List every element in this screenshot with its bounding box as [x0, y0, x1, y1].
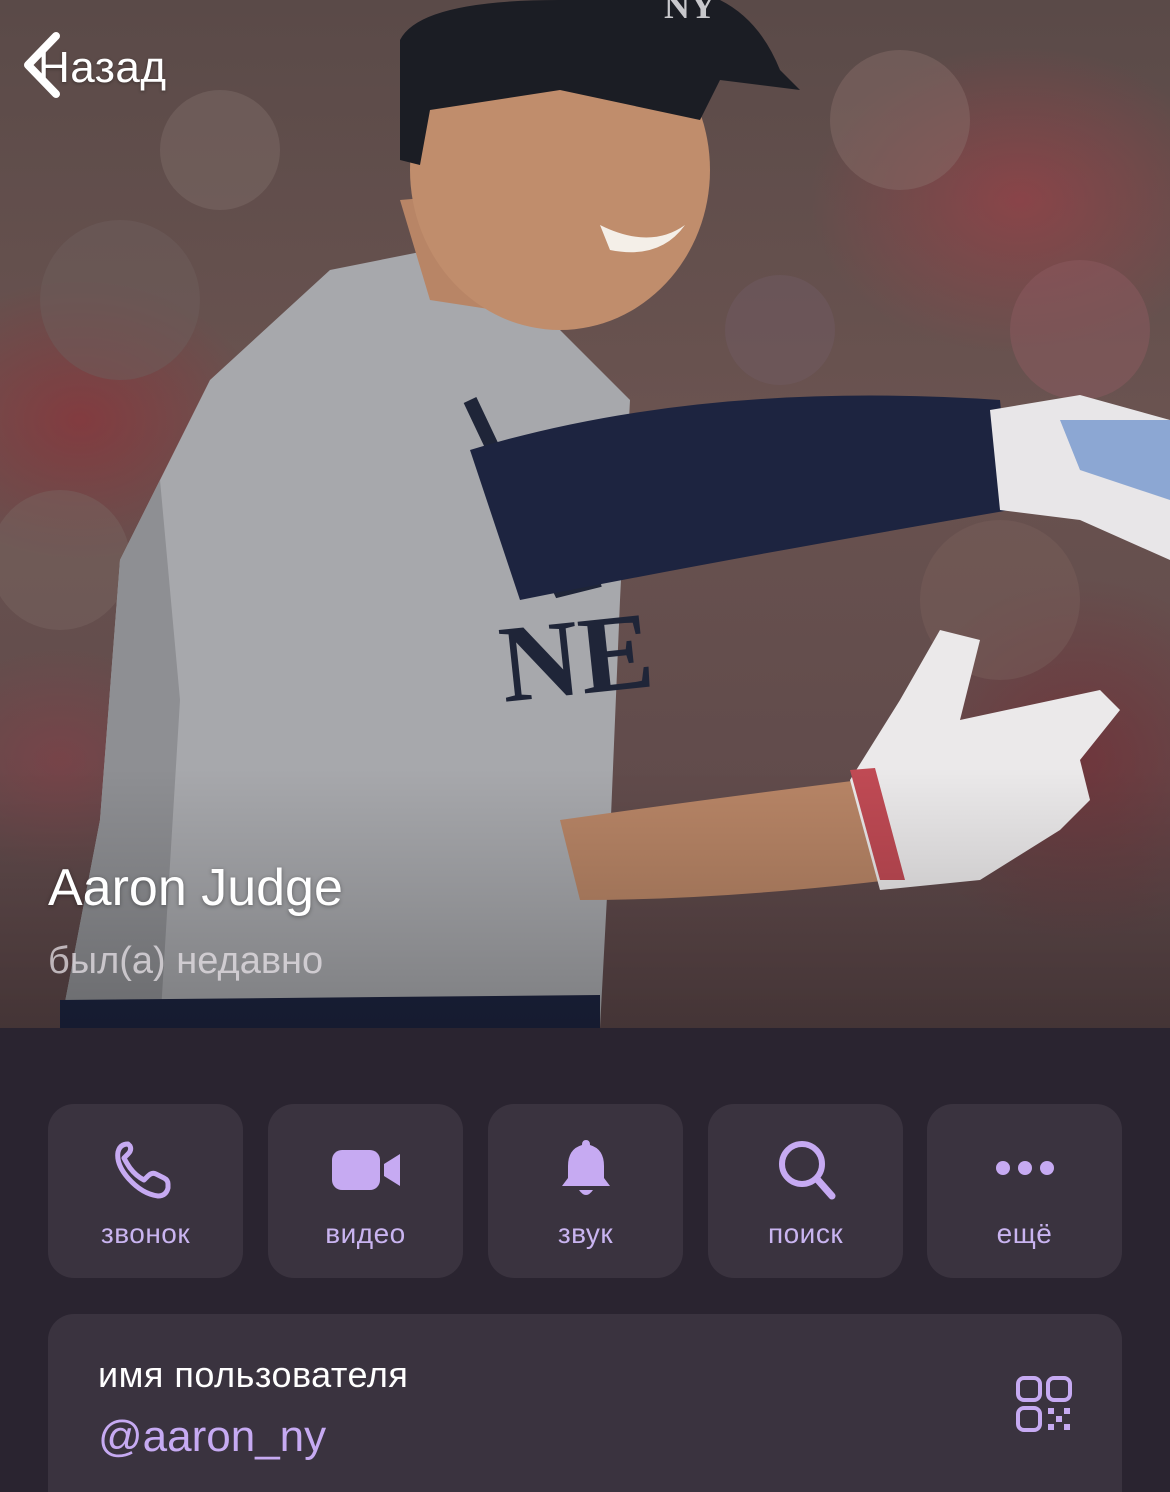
profile-name: Aaron Judge: [48, 859, 343, 917]
sound-button[interactable]: звук: [488, 1104, 683, 1278]
sound-label: звук: [557, 1218, 614, 1249]
more-button[interactable]: ещё: [927, 1104, 1122, 1278]
call-button[interactable]: звонок: [48, 1104, 243, 1278]
profile-status: был(а) недавно: [48, 940, 324, 982]
phone-icon: [114, 1141, 170, 1199]
profile-panel: звонок видео звук поиск ещё имя пользова…: [0, 1028, 1170, 1492]
username-card[interactable]: имя пользователя @aaron_ny: [48, 1314, 1122, 1492]
svg-text:NY: NY: [664, 0, 716, 26]
video-button[interactable]: видео: [268, 1104, 463, 1278]
more-icon: [995, 1161, 1054, 1175]
bell-icon: [561, 1140, 610, 1195]
video-label: видео: [325, 1218, 406, 1249]
svg-text:NE: NE: [494, 588, 659, 725]
action-bar: звонок видео звук поиск ещё: [48, 1104, 1122, 1278]
chevron-left-icon: [24, 32, 60, 98]
back-button[interactable]: Назад: [20, 30, 167, 106]
video-camera-icon: [331, 1150, 400, 1190]
search-button[interactable]: поиск: [708, 1104, 903, 1278]
profile-photo[interactable]: NE NY Назад Aaron Judge был(а) недавно: [0, 0, 1170, 1028]
search-label: поиск: [767, 1218, 844, 1249]
more-label: ещё: [996, 1218, 1053, 1249]
call-label: звонок: [100, 1218, 191, 1249]
username-label: имя пользователя: [98, 1354, 409, 1395]
qr-code-icon[interactable]: [1014, 1374, 1074, 1434]
search-icon: [778, 1141, 835, 1200]
username-value[interactable]: @aaron_ny: [98, 1412, 326, 1462]
